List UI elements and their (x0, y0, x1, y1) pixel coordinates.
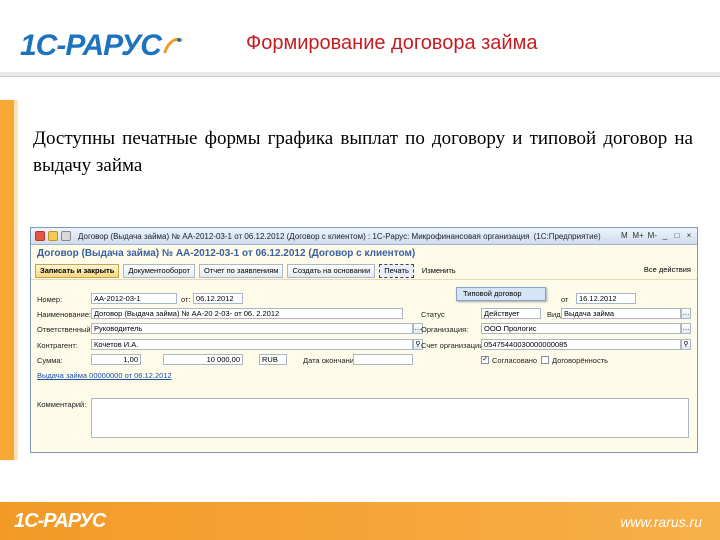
due-date-field[interactable] (353, 354, 413, 365)
window-title: Договор (Выдача займа) № АА-2012-03-1 от… (78, 231, 530, 241)
org-account-search-icon[interactable]: ⚲ (681, 339, 691, 350)
form-toolbar: Записать и закрыть Документооборот Отчет… (31, 262, 697, 280)
window-title-suffix: (1С:Предприятие) (533, 231, 601, 241)
change-button[interactable]: Изменить (418, 264, 460, 278)
org-account-field[interactable]: 05475440030000000085 (481, 339, 681, 350)
date-field[interactable]: 06.12.2012 (193, 293, 243, 304)
slide-title: Формирование договора займа (246, 32, 538, 54)
contracted-checkbox[interactable] (541, 356, 549, 364)
contractor-label: Контрагент: (37, 341, 78, 350)
date-from-label: от (561, 295, 569, 304)
slide: 1С-РАРУС Формирование договора займа Дос… (0, 0, 720, 540)
document-header: Договор (Выдача займа) № АА-2012-03-1 от… (31, 245, 697, 262)
quantity-field[interactable]: 1,00 (91, 354, 141, 365)
close-button[interactable]: × (685, 231, 693, 240)
date-from-field[interactable]: 16.12.2012 (576, 293, 636, 304)
logo-text: 1С-РАРУС (20, 29, 162, 62)
company-logo: 1С-РАРУС (20, 26, 183, 66)
author-label: Ответственный: (37, 325, 93, 334)
comment-field[interactable] (91, 398, 689, 438)
name-label: Наименование: (37, 310, 92, 319)
app-icon[interactable] (35, 231, 45, 241)
comment-label: Комментарий: (37, 400, 87, 409)
status-field[interactable]: Действует (481, 308, 541, 319)
logo-swoosh-icon (163, 37, 183, 54)
print-dropdown: Типовой договор (456, 287, 546, 301)
contractor-field[interactable]: Кочетов И.А. (91, 339, 413, 350)
dropdown-item-typical-contract[interactable]: Типовой договор (457, 288, 545, 300)
forward-icon[interactable] (61, 231, 71, 241)
organization-select-button[interactable]: … (681, 323, 691, 334)
name-field[interactable]: Договор (Выдача займа) № АА-20 2-03- от … (91, 308, 403, 319)
document-window: Договор (Выдача займа) № АА-2012-03-1 от… (30, 227, 698, 453)
title-divider-line (0, 76, 720, 77)
org-account-label: Счет организации: (421, 341, 486, 350)
author-field[interactable]: Руководитель (91, 323, 413, 334)
loan-issue-link[interactable]: Выдача займа 00000000 от 06.12.2012 (37, 371, 172, 380)
report-button[interactable]: Отчет по заявлениям (198, 263, 284, 278)
contracted-label: Договорённость (552, 356, 609, 365)
footer-logo: 1С-РАРУС (14, 510, 106, 532)
from-label: от: (181, 295, 191, 304)
agreed-checkbox[interactable]: ✓ (481, 356, 489, 364)
print-button[interactable]: Печать (379, 263, 414, 278)
memory-minus-button[interactable]: M- (648, 231, 657, 240)
agreed-label: Согласовано (492, 356, 538, 365)
left-accent-stripe (0, 100, 18, 460)
due-date-label: Дата окончания: (303, 356, 361, 365)
organization-field[interactable]: ООО Прологис (481, 323, 681, 334)
save-close-button[interactable]: Записать и закрыть (35, 263, 120, 278)
create-basis-button[interactable]: Создать на основании (287, 263, 376, 278)
back-icon[interactable] (48, 231, 58, 241)
organization-label: Организация: (421, 325, 469, 334)
window-controls: M M+ M- _ □ × (620, 231, 693, 240)
memory-button[interactable]: M (620, 231, 628, 240)
window-titlebar: Договор (Выдача займа) № АА-2012-03-1 от… (31, 228, 697, 245)
slide-footer: 1С-РАРУС www.rarus.ru (0, 502, 720, 540)
slide-body-text: Доступны печатные формы графика выплат п… (33, 128, 693, 176)
footer-url: www.rarus.ru (620, 514, 702, 530)
minimize-button[interactable]: _ (661, 231, 669, 240)
kind-select-button[interactable]: … (681, 308, 691, 319)
kind-field[interactable]: Выдача займа (561, 308, 681, 319)
docflow-button[interactable]: Документооборот (123, 263, 195, 278)
amount-label: Сумма: (37, 356, 63, 365)
amount-field[interactable]: 10 000,00 (163, 354, 243, 365)
maximize-button[interactable]: □ (673, 231, 681, 240)
number-field[interactable]: АА-2012-03-1 (91, 293, 177, 304)
all-actions-menu[interactable]: Все действия (644, 265, 691, 274)
status-label: Статус (421, 310, 445, 319)
memory-plus-button[interactable]: M+ (632, 231, 643, 240)
currency-field[interactable]: RUB (259, 354, 287, 365)
number-label: Номер: (37, 295, 63, 304)
